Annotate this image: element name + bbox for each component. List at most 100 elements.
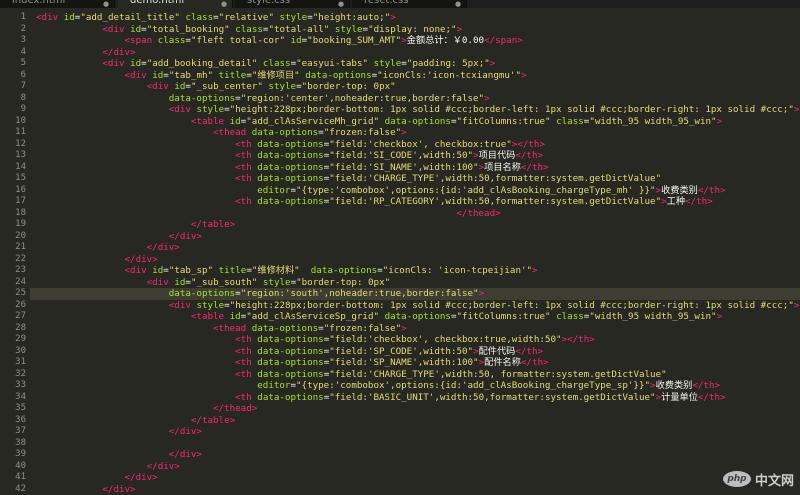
tag-token: </th> — [698, 185, 726, 196]
string-token: "total-all" — [268, 24, 329, 35]
text-token — [36, 127, 213, 138]
code-line: <th data-options="field:'SP_NAME',width:… — [36, 357, 549, 369]
tag-token: </div> — [169, 426, 202, 437]
string-token: "add_detail_title" — [80, 12, 180, 23]
attribute-token: style — [280, 12, 308, 23]
attribute-token: style — [268, 81, 296, 92]
text-token — [36, 461, 147, 472]
text-token — [36, 173, 235, 184]
string-token: "维修项目" — [252, 70, 300, 81]
code-line: </table> — [36, 415, 235, 427]
text-token — [36, 380, 257, 391]
watermark-text: 中文网 — [755, 470, 794, 489]
tag-token: <th — [235, 139, 252, 150]
string-token: "tab_mh" — [169, 70, 213, 81]
string-token: "tab_sp" — [169, 265, 213, 276]
code-line: <th data-options="field:'checkbox', chec… — [36, 139, 545, 151]
attribute-token: id — [174, 277, 185, 288]
string-token: "field:'CHARGE_TYPE',width:50, formatter… — [329, 369, 666, 380]
string-token: "width_95 width_95_win" — [589, 116, 716, 127]
tag-token: > — [484, 93, 490, 104]
text-token — [36, 139, 235, 150]
attribute-token: data-options — [385, 116, 451, 127]
attribute-token: title — [219, 70, 247, 81]
attribute-token: class — [556, 116, 584, 127]
editor-tab-bar: index.html●demo.html●style.css●reset.css… — [0, 0, 800, 8]
text-token — [300, 265, 311, 276]
tag-token: <div — [36, 12, 58, 23]
code-line: </div> — [36, 426, 202, 438]
tag-token: <div — [102, 24, 124, 35]
attribute-token: editor — [257, 185, 290, 196]
code-line: <div id="total_booking" class="total-all… — [36, 24, 462, 36]
tag-token: <table — [191, 116, 224, 127]
tag-token: <th — [235, 196, 252, 207]
attribute-token: class — [263, 58, 291, 69]
code-line: <th data-options="field:'RP_CATEGORY',wi… — [36, 196, 713, 208]
attribute-token: id — [291, 35, 302, 46]
text-token — [36, 196, 235, 207]
tag-token: <div — [125, 265, 147, 276]
text-token — [36, 47, 102, 58]
tag-token: </div> — [147, 461, 180, 472]
editor-tab[interactable]: reset.css● — [352, 0, 467, 8]
attribute-token: title — [219, 265, 247, 276]
attribute-token: data-options — [257, 196, 323, 207]
text-token — [36, 58, 102, 69]
string-token: "width_95 width_95_win" — [589, 311, 716, 322]
editor-tab[interactable]: style.css ● — [235, 0, 350, 8]
text-token — [36, 70, 125, 81]
tag-token: </thead> — [213, 403, 257, 414]
text-token — [36, 357, 235, 368]
attribute-token: data-options — [311, 265, 377, 276]
attribute-token: id — [152, 70, 163, 81]
tag-token: <thead — [213, 323, 246, 334]
tag-token: <div — [125, 70, 147, 81]
string-token: "fleft total-cor" — [191, 35, 285, 46]
attribute-token: editor — [257, 380, 290, 391]
string-token: "height:228px;border-bottom: 1px solid #… — [230, 104, 794, 115]
attribute-token: class — [185, 12, 213, 23]
code-line: <div id="_sub_center" style="border-top:… — [36, 81, 396, 93]
attribute-token: class — [158, 35, 186, 46]
code-line: data-options="region:'south',noheader:tr… — [30, 288, 800, 300]
text-token — [36, 472, 125, 483]
editor-tab[interactable]: demo.html ● — [118, 0, 233, 8]
text-token — [36, 288, 169, 299]
editor-tab-label: demo.html — [130, 0, 184, 6]
editor-tab[interactable]: index.html● — [0, 0, 115, 8]
tag-token: <span — [125, 35, 153, 46]
code-area[interactable]: <div id="add_detail_title" class="relati… — [0, 8, 800, 492]
tag-token: </table> — [191, 415, 235, 426]
text-token — [36, 334, 235, 345]
attribute-token: style — [196, 300, 224, 311]
text-token — [36, 311, 191, 322]
tag-token: > — [401, 127, 407, 138]
text-token — [36, 254, 125, 265]
string-token: "border-top: 0px" — [296, 277, 390, 288]
tag-token: ></th> — [562, 334, 595, 345]
code-line: </div> — [36, 47, 136, 59]
attribute-token: data-options — [305, 70, 371, 81]
string-token: "border-top: 0px" — [302, 81, 396, 92]
text-token — [36, 300, 169, 311]
text-token: 计量单位 — [661, 392, 698, 403]
text-token — [36, 219, 191, 230]
text-token — [36, 323, 213, 334]
string-token: "field:'checkbox', checkbox:true" — [329, 139, 512, 150]
editor-tab-label: style.css — [247, 0, 290, 6]
code-line: </div> — [36, 242, 180, 254]
code-line: </div> — [36, 449, 202, 461]
text-token — [36, 185, 257, 196]
attribute-token: style — [374, 58, 402, 69]
attribute-token: class — [556, 311, 584, 322]
code-line: <thead data-options="frozen:false"> — [36, 323, 407, 335]
unsaved-dot-icon[interactable]: ● — [221, 0, 227, 8]
text-token — [36, 116, 191, 127]
unsaved-dot-icon[interactable]: ● — [338, 0, 344, 8]
tag-token: > — [717, 116, 723, 127]
unsaved-dot-icon[interactable]: ● — [455, 0, 461, 8]
tag-token: </th> — [515, 346, 543, 357]
unsaved-dot-icon[interactable]: ● — [103, 0, 109, 8]
code-line: <th data-options="field:'SI_CODE',width:… — [36, 150, 543, 162]
